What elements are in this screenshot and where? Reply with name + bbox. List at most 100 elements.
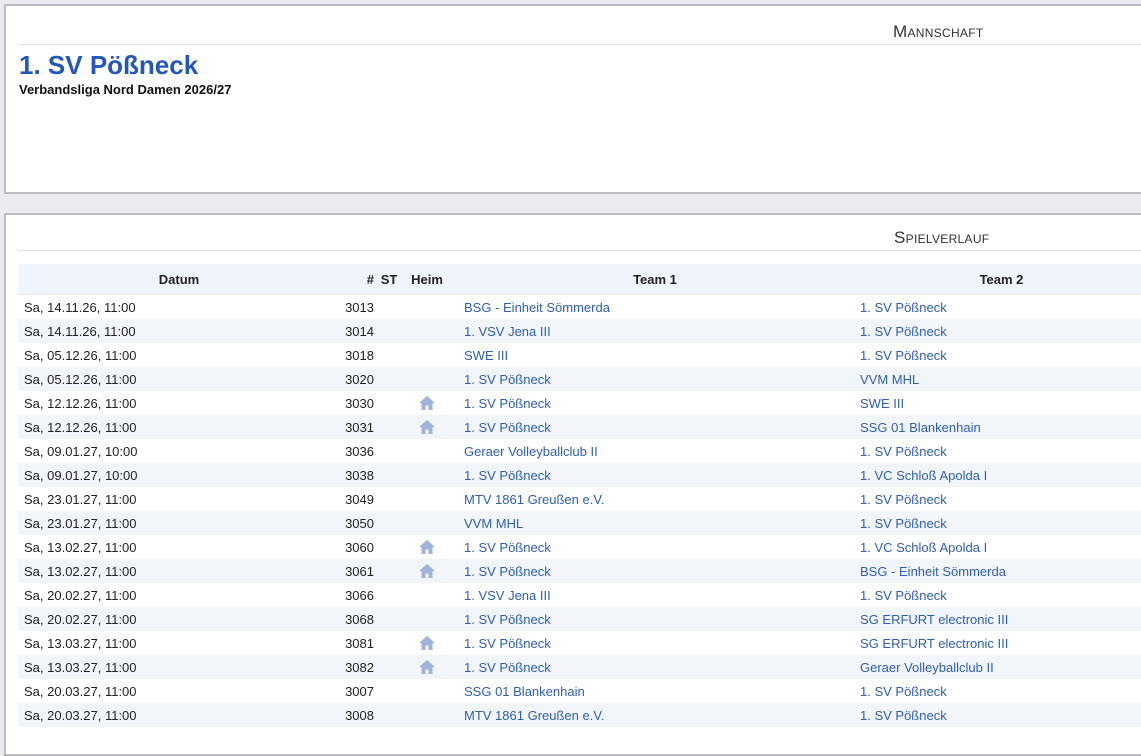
match-st — [374, 583, 404, 607]
home-icon — [418, 395, 436, 411]
team2-link[interactable]: VVM MHL — [860, 372, 919, 387]
match-date: Sa, 14.11.26, 11:00 — [18, 319, 340, 343]
table-row: Sa, 13.02.27, 11:00 3061 1. SV Pößneck BSG … — [18, 559, 1141, 583]
home-cell — [404, 415, 450, 439]
team2-cell: SWE III — [860, 391, 1141, 415]
match-number: 3068 — [340, 607, 374, 631]
home-cell — [404, 391, 450, 415]
match-st — [374, 439, 404, 463]
team1-cell: Geraer Volleyballclub II — [450, 439, 860, 463]
team2-link[interactable]: 1. VC Schloß Apolda I — [860, 540, 987, 555]
column-header-number[interactable]: # — [340, 264, 374, 295]
team2-link[interactable]: Geraer Volleyballclub II — [860, 660, 994, 675]
team2-cell: 1. VC Schloß Apolda I — [860, 535, 1141, 559]
team2-link[interactable]: 1. SV Pößneck — [860, 444, 947, 459]
team1-link[interactable]: Geraer Volleyballclub II — [464, 444, 598, 459]
match-date: Sa, 14.11.26, 11:00 — [24, 299, 136, 315]
match-number: 3018 — [345, 347, 374, 363]
team2-link[interactable]: SG ERFURT electronic III — [860, 612, 1008, 627]
match-date: Sa, 09.01.27, 10:00 — [24, 443, 138, 459]
column-header-team2[interactable]: Team 2 — [860, 264, 1141, 295]
home-cell — [404, 367, 450, 391]
section-title-spielverlauf: Spielverlauf — [894, 228, 990, 247]
team2-link[interactable]: 1. SV Pößneck — [860, 492, 947, 507]
team2-link[interactable]: 1. SV Pößneck — [860, 324, 947, 339]
team1-link[interactable]: 1. SV Pößneck — [464, 468, 551, 483]
team-name: 1. SV Pößneck — [19, 50, 199, 80]
home-cell — [404, 703, 450, 727]
team2-link[interactable]: 1. VC Schloß Apolda I — [860, 468, 987, 483]
team1-link[interactable]: SSG 01 Blankenhain — [464, 684, 585, 699]
match-date: Sa, 13.03.27, 11:00 — [24, 635, 137, 651]
team1-link[interactable]: 1. VSV Jena III — [464, 324, 551, 339]
match-st — [374, 559, 404, 583]
team2-link[interactable]: SSG 01 Blankenhain — [860, 420, 981, 435]
team2-link[interactable]: 1. SV Pößneck — [860, 300, 947, 315]
match-date: Sa, 20.02.27, 11:00 — [24, 587, 137, 603]
match-st — [374, 367, 404, 391]
home-icon — [418, 635, 436, 651]
team2-cell: VVM MHL — [860, 367, 1141, 391]
column-header-team1[interactable]: Team 1 — [450, 264, 860, 295]
team2-link[interactable]: 1. SV Pößneck — [860, 708, 947, 723]
match-number: 3008 — [340, 703, 374, 727]
match-number: 3066 — [345, 587, 374, 603]
team1-cell: 1. VSV Jena III — [450, 583, 860, 607]
team1-link[interactable]: 1. SV Pößneck — [464, 420, 551, 435]
team1-link[interactable]: 1. VSV Jena III — [464, 588, 551, 603]
team2-cell: 1. SV Pößneck — [860, 583, 1141, 607]
team1-link[interactable]: 1. SV Pößneck — [464, 396, 551, 411]
team2-link[interactable]: BSG - Einheit Sömmerda — [860, 564, 1006, 579]
home-icon — [418, 659, 436, 675]
team2-link[interactable]: 1. SV Pößneck — [860, 588, 947, 603]
match-date: Sa, 09.01.27, 10:00 — [18, 463, 340, 487]
team1-link[interactable]: 1. SV Pößneck — [464, 660, 551, 675]
team1-link[interactable]: MTV 1861 Greußen e.V. — [464, 708, 604, 723]
team1-link[interactable]: VVM MHL — [464, 516, 523, 531]
table-row: Sa, 12.12.26, 11:00 3031 1. SV Pößneck SSG … — [18, 415, 1141, 439]
table-row: Sa, 14.11.26, 11:00 3014 1. VSV Jena III 1.… — [18, 319, 1141, 343]
team1-link[interactable]: 1. SV Pößneck — [464, 636, 551, 651]
table-row: Sa, 05.12.26, 11:00 3018 SWE III 1. SV Pößn… — [18, 343, 1141, 367]
match-date: Sa, 13.02.27, 11:00 — [18, 559, 340, 583]
team1-cell: 1. SV Pößneck — [450, 559, 860, 583]
column-header-home[interactable]: Heim — [404, 264, 450, 295]
team1-link[interactable]: MTV 1861 Greußen e.V. — [464, 492, 604, 507]
team1-cell: SWE III — [450, 343, 860, 367]
team2-link[interactable]: 1. SV Pößneck — [860, 348, 947, 363]
home-cell — [404, 655, 450, 679]
team2-link[interactable]: SG ERFURT electronic III — [860, 636, 1008, 651]
match-st — [374, 391, 404, 415]
team1-link[interactable]: BSG - Einheit Sömmerda — [464, 300, 610, 315]
team1-cell: 1. SV Pößneck — [450, 631, 860, 655]
table-row: Sa, 23.01.27, 11:00 3050 VVM MHL 1. SV Pößn… — [18, 511, 1141, 535]
team2-link[interactable]: 1. SV Pößneck — [860, 684, 947, 699]
team1-link[interactable]: 1. SV Pößneck — [464, 564, 551, 579]
team2-cell: 1. VC Schloß Apolda I — [860, 463, 1141, 487]
match-st — [374, 487, 404, 511]
column-header-date[interactable]: Datum — [18, 264, 340, 295]
team1-cell: SSG 01 Blankenhain — [450, 679, 860, 703]
home-cell — [404, 295, 450, 320]
team2-cell: 1. SV Pößneck — [860, 511, 1141, 535]
table-row: Sa, 20.03.27, 11:00 3007 SSG 01 Blankenhai… — [18, 679, 1141, 703]
home-cell — [404, 583, 450, 607]
match-number: 3020 — [340, 367, 374, 391]
team2-cell: 1. SV Pößneck — [860, 487, 1141, 511]
match-date: Sa, 05.12.26, 11:00 — [18, 367, 340, 391]
team1-link[interactable]: SWE III — [464, 348, 508, 363]
team1-link[interactable]: 1. SV Pößneck — [464, 612, 551, 627]
team1-link[interactable]: 1. SV Pößneck — [464, 372, 551, 387]
team2-link[interactable]: SWE III — [860, 396, 904, 411]
team1-cell: 1. VSV Jena III — [450, 319, 860, 343]
team2-link[interactable]: 1. SV Pößneck — [860, 516, 947, 531]
home-cell — [404, 559, 450, 583]
match-st — [374, 511, 404, 535]
home-cell — [404, 607, 450, 631]
team2-cell: SG ERFURT electronic III — [860, 607, 1141, 631]
team1-link[interactable]: 1. SV Pößneck — [464, 540, 551, 555]
table-row: Sa, 23.01.27, 11:00 3049 MTV 1861 Greußen … — [18, 487, 1141, 511]
team2-cell: Geraer Volleyballclub II — [860, 655, 1141, 679]
column-header-st[interactable]: ST — [374, 264, 404, 295]
table-row: Sa, 09.01.27, 10:00 3038 1. SV Pößneck 1. V… — [18, 463, 1141, 487]
